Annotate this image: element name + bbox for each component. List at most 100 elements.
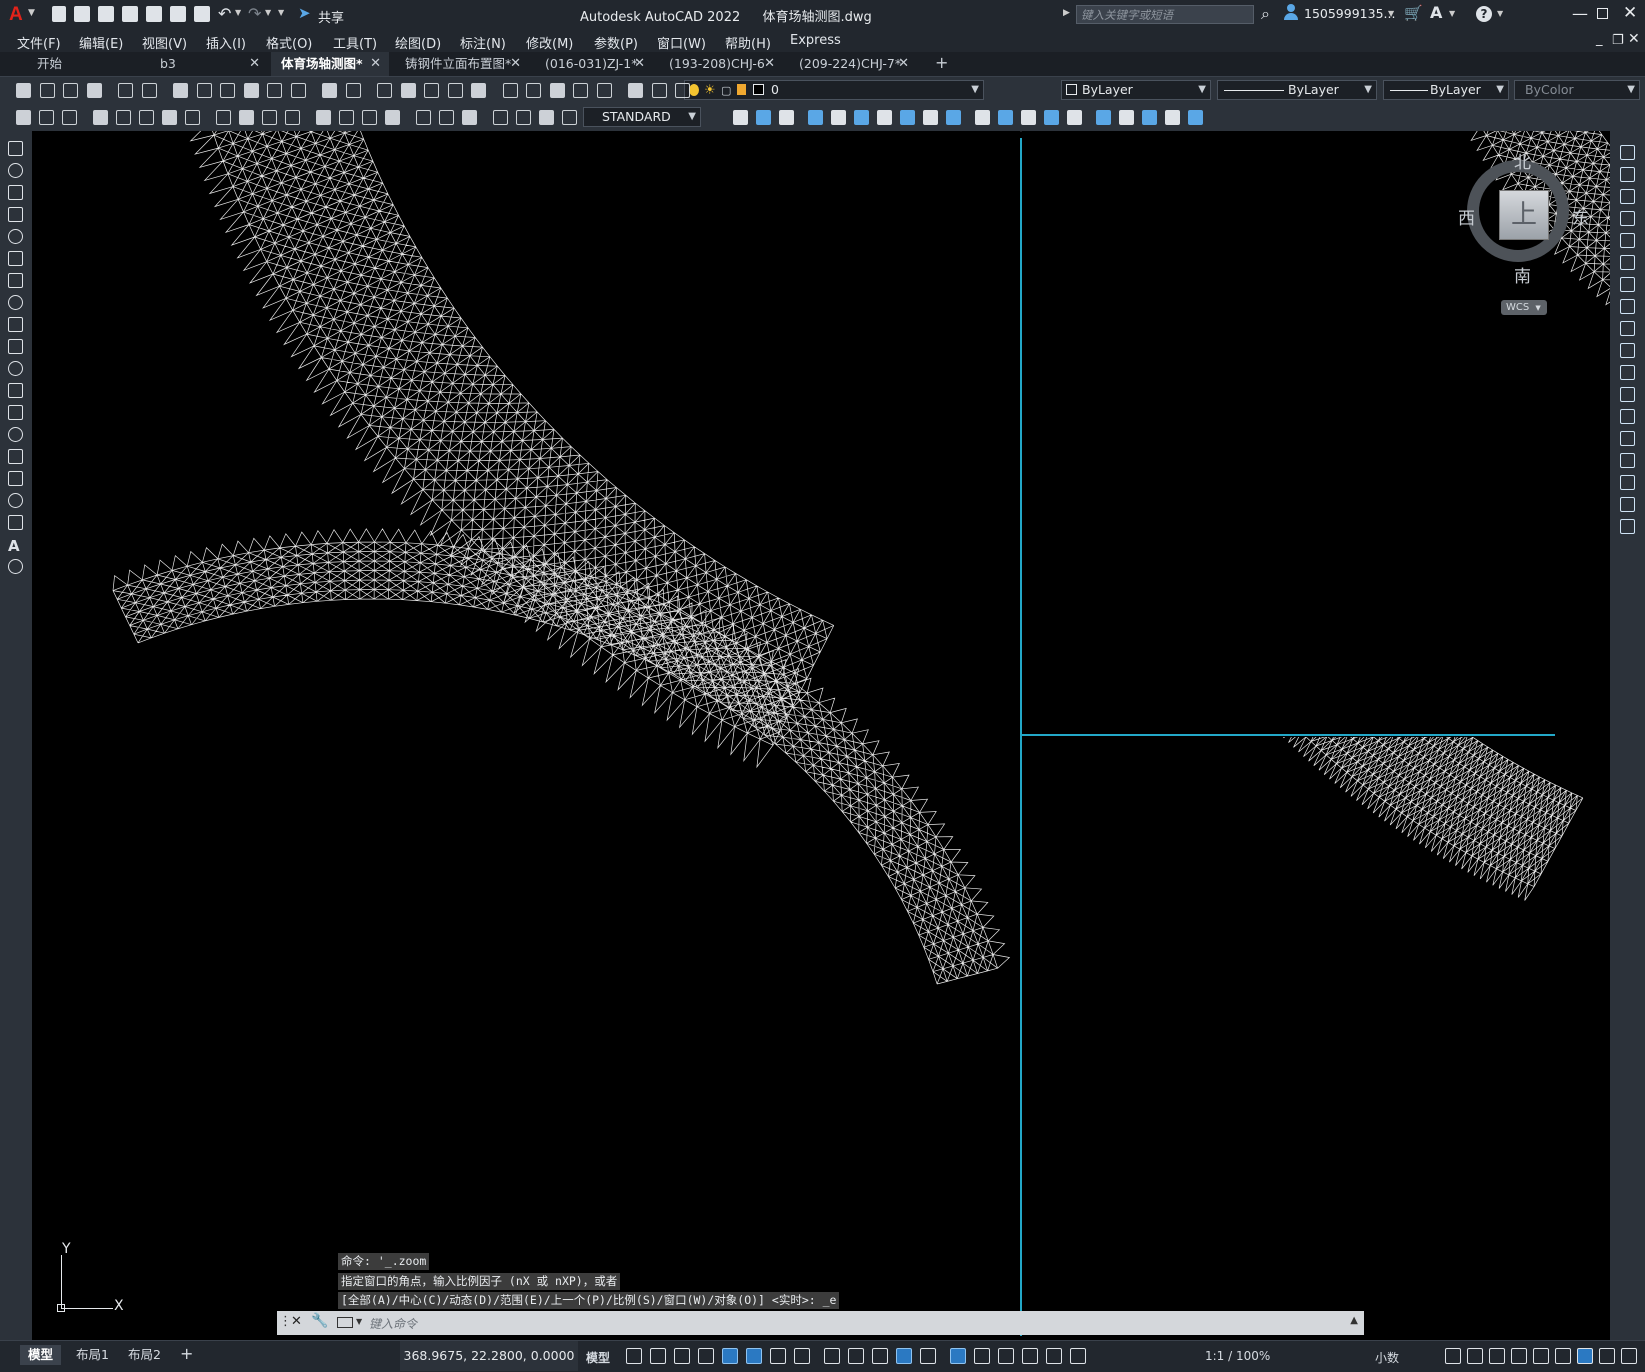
tab-b3[interactable]: b3 ✕ [150, 52, 268, 76]
dim-edit-icon[interactable] [462, 110, 477, 125]
wedge-icon[interactable] [756, 110, 771, 125]
lineweight-toggle-icon[interactable] [848, 1348, 864, 1364]
transparency-toggle-icon[interactable] [872, 1348, 888, 1364]
dynamic-ucs-toggle-icon[interactable] [950, 1348, 966, 1364]
erase-icon[interactable] [1620, 145, 1635, 160]
properties-icon[interactable] [471, 83, 486, 98]
linear-dim-icon[interactable] [93, 110, 108, 125]
tab-close-icon[interactable]: ✕ [764, 52, 775, 76]
lock-ui-icon[interactable] [1533, 1348, 1549, 1364]
command-prompt-dropdown-icon[interactable]: ▼ [356, 1317, 362, 1326]
layer-properties-icon[interactable] [651, 83, 667, 98]
doc-close-icon[interactable]: ✕ [1628, 31, 1640, 47]
app-logo[interactable]: A [9, 4, 23, 26]
polar-tracking-toggle-icon[interactable] [746, 1348, 762, 1364]
union-icon[interactable] [779, 110, 794, 125]
aligned-dim-icon[interactable] [116, 110, 131, 125]
rectangle-icon[interactable] [8, 229, 23, 244]
publish-icon[interactable] [146, 6, 162, 22]
revision-cloud-icon[interactable] [8, 295, 23, 310]
menu-tools[interactable]: 工具(T) [333, 33, 377, 52]
mirror-icon[interactable] [1620, 189, 1635, 204]
menu-file[interactable]: 文件(F) [17, 33, 61, 52]
menu-draw[interactable]: 绘图(D) [395, 33, 441, 52]
subtract-icon[interactable] [808, 110, 823, 125]
customize-icon[interactable] [1621, 1348, 1637, 1364]
menu-view[interactable]: 视图(V) [142, 33, 187, 52]
layer-state-icon[interactable] [675, 83, 690, 98]
user-icon[interactable] [1284, 4, 1298, 20]
menu-dimension[interactable]: 标注(N) [460, 33, 506, 52]
plot-icon[interactable] [86, 83, 102, 98]
new-file-icon[interactable] [52, 6, 66, 22]
app-menu-arrow-icon[interactable]: ▼ [28, 8, 35, 18]
add-selected-icon[interactable] [8, 559, 23, 574]
save-icon[interactable] [98, 6, 114, 22]
color-dropdown[interactable]: ByLayer ▼ [1061, 80, 1211, 100]
section-icon[interactable] [998, 110, 1013, 125]
lineweight-dropdown[interactable]: ByLayer ▼ [1383, 80, 1509, 100]
intersect-icon[interactable] [831, 110, 846, 125]
ordinate-icon[interactable] [162, 110, 177, 125]
hatch-icon[interactable] [8, 449, 23, 464]
annotation-scale-toggle-toggle-icon[interactable] [1070, 1348, 1086, 1364]
compass-south[interactable]: 南 [1514, 262, 1531, 287]
scale-icon[interactable] [1620, 299, 1635, 314]
stretch-icon[interactable] [1620, 321, 1635, 336]
table-icon[interactable] [8, 515, 23, 530]
search-icon[interactable]: ⌕ [1261, 4, 1270, 24]
construction-line-icon[interactable] [8, 163, 23, 178]
object-snap-tracking-toggle-icon[interactable] [794, 1348, 810, 1364]
light-icon[interactable] [1188, 110, 1203, 125]
pan-icon[interactable] [377, 83, 392, 98]
annotation-visibility-toggle-icon[interactable] [1022, 1348, 1038, 1364]
make-block-icon[interactable] [8, 405, 23, 420]
paste-icon[interactable] [243, 83, 259, 98]
zoom-previous-icon[interactable] [447, 83, 463, 98]
graphics-performance-icon[interactable] [1577, 1348, 1593, 1364]
menu-modify[interactable]: 修改(M) [526, 33, 573, 52]
rotate-icon[interactable] [1620, 277, 1635, 292]
gradient-icon[interactable] [8, 471, 23, 486]
presspull-icon[interactable] [946, 110, 961, 125]
quick-properties-icon[interactable] [1511, 1348, 1527, 1364]
dim-update-icon[interactable] [516, 110, 531, 125]
user-dropdown-icon[interactable]: ▼ [1388, 9, 1394, 18]
chamfer-edge-icon[interactable] [1044, 110, 1059, 125]
share-icon[interactable]: ➤ [298, 4, 311, 22]
tab-start[interactable]: 开始 [27, 52, 147, 76]
markup-icon[interactable] [573, 83, 588, 98]
coordinates-readout[interactable]: 368.9675, 22.2800, 0.0000 [400, 1341, 578, 1371]
tab-stadium-axonometric[interactable]: 体育场轴测图* ✕ [271, 52, 389, 76]
trim-icon[interactable] [1620, 343, 1635, 358]
infer-constraints-toggle-icon[interactable] [674, 1348, 690, 1364]
copy-object-icon[interactable] [1620, 167, 1635, 182]
close-icon[interactable]: ✕ [1623, 3, 1637, 23]
snap-toggle-icon[interactable] [650, 1348, 666, 1364]
open-icon[interactable] [39, 83, 55, 98]
material-icon[interactable] [1165, 110, 1180, 125]
menu-format[interactable]: 格式(O) [266, 33, 312, 52]
minimize-icon[interactable]: — [1572, 4, 1588, 23]
open-file-icon[interactable] [74, 6, 90, 22]
calc-icon[interactable] [596, 83, 612, 98]
box-icon[interactable] [733, 110, 748, 125]
fillet-edge-icon[interactable] [1021, 110, 1036, 125]
search-input[interactable]: 键入关键字或短语 [1076, 5, 1254, 24]
command-history-arrow-icon[interactable]: ▲ [1350, 1315, 1358, 1326]
plotstyle-dropdown[interactable]: ByColor ▼ [1514, 80, 1640, 100]
arc-icon[interactable] [8, 251, 23, 266]
compass-west[interactable]: 西 [1458, 204, 1475, 229]
line-icon[interactable] [8, 141, 23, 156]
tab-close-icon[interactable]: ✕ [370, 52, 381, 76]
sheet-set-icon[interactable] [549, 83, 565, 98]
save-as-icon[interactable] [122, 6, 138, 22]
menu-express[interactable]: Express [790, 33, 841, 48]
units-setting[interactable]: 小数 [1375, 1349, 1399, 1366]
tool-palettes-icon[interactable] [526, 83, 541, 98]
break-icon[interactable] [1620, 409, 1635, 424]
tab-close-icon[interactable]: ✕ [249, 52, 260, 76]
shell-icon[interactable] [1067, 110, 1082, 125]
move-icon[interactable] [1620, 255, 1635, 270]
command-prompt-icon[interactable] [337, 1317, 353, 1328]
